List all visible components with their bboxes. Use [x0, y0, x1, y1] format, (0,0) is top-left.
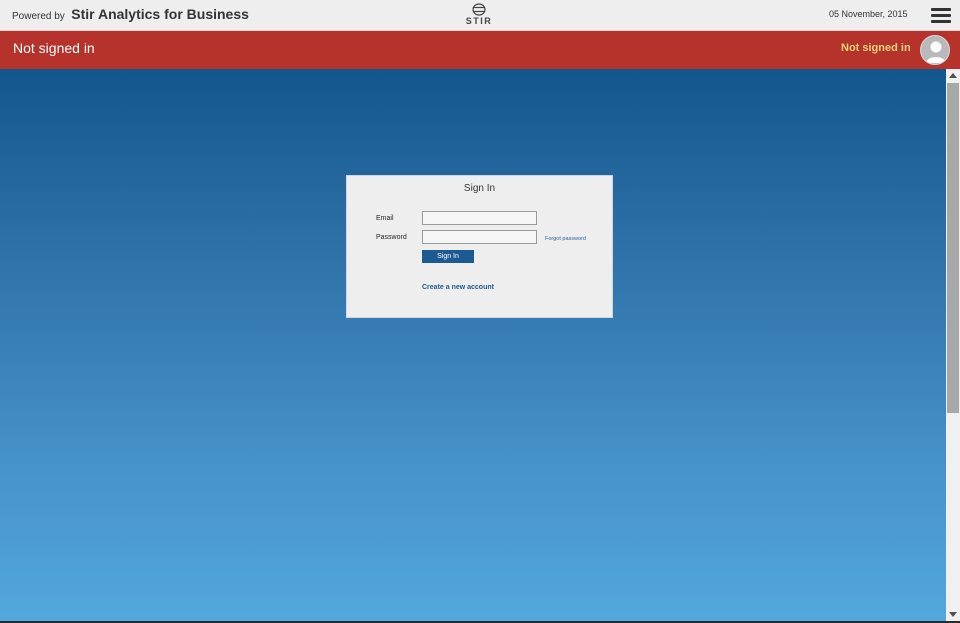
- menu-line: [931, 14, 951, 17]
- person-silhouette-icon: [926, 41, 946, 63]
- scrollbar-thumb[interactable]: [947, 83, 959, 413]
- status-title: Not signed in: [13, 40, 95, 56]
- create-account-link[interactable]: Create a new account: [422, 284, 494, 291]
- email-label: Email: [376, 215, 394, 222]
- vertical-scrollbar[interactable]: [946, 69, 960, 621]
- sign-in-panel: Sign In Email Password Forgot password S…: [346, 175, 613, 318]
- stir-logo: STIR: [463, 3, 495, 29]
- sign-in-button[interactable]: Sign In: [422, 250, 474, 263]
- current-date: 05 November, 2015: [829, 9, 908, 19]
- powered-by-branding: Powered by Stir Analytics for Business: [12, 6, 249, 24]
- hamburger-menu-icon[interactable]: [931, 8, 951, 23]
- stir-globe-icon: [472, 3, 486, 16]
- scroll-up-arrow-icon[interactable]: [946, 69, 960, 82]
- menu-line: [931, 20, 951, 23]
- top-header: Powered by Stir Analytics for Business S…: [0, 0, 960, 31]
- user-avatar-icon[interactable]: [920, 35, 950, 65]
- password-field[interactable]: [422, 230, 537, 244]
- user-status: Not signed in: [841, 42, 911, 54]
- scroll-down-arrow-icon[interactable]: [946, 608, 960, 621]
- logo-text: STIR: [465, 16, 493, 26]
- forgot-password-link[interactable]: Forgot password: [545, 236, 586, 242]
- sign-in-title: Sign In: [463, 183, 496, 194]
- status-bar: Not signed in Not signed in: [0, 31, 960, 69]
- menu-line: [931, 8, 951, 11]
- brand-name: Stir Analytics for Business: [71, 6, 249, 22]
- powered-by-text: Powered by: [12, 11, 65, 22]
- password-label: Password: [376, 234, 407, 241]
- email-field[interactable]: [422, 211, 537, 225]
- main-content-area: [0, 69, 946, 621]
